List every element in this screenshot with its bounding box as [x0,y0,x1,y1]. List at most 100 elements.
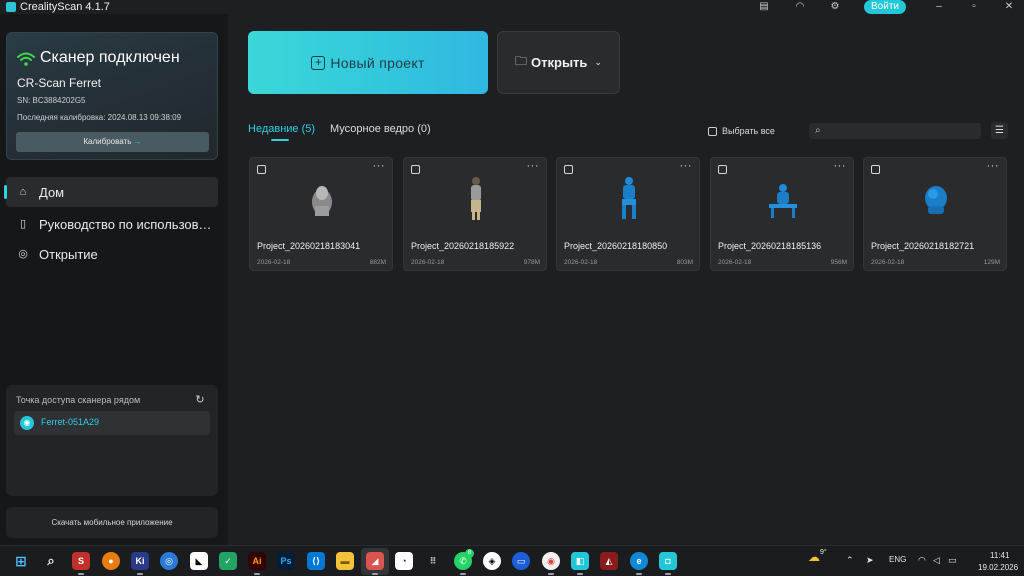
app-icon[interactable]: ✓ [219,552,237,570]
open-label: Открыть [531,55,588,70]
open-dropdown-button[interactable]: 🗀 Открыть ⌄ [497,31,620,94]
app-window: CrealityScan 4.1.7 ▤ ◠ ⚙ Войти – ▫ ✕ Ска… [0,0,1024,545]
blender-icon[interactable]: ● [102,552,120,570]
download-mobile-app-button[interactable]: Скачать мобильное приложение [6,507,218,538]
project-card[interactable]: ··· Project_20260218182721 2026-02-18 12… [863,157,1007,271]
tab-underline [271,139,289,141]
project-checkbox[interactable] [411,165,420,174]
document-icon[interactable]: ▤ [758,1,770,13]
project-size: 129M [983,259,1000,266]
project-checkbox[interactable] [257,165,266,174]
project-checkbox[interactable] [564,165,573,174]
app-icon[interactable]: ⠿ [424,552,442,570]
photoshop-icon[interactable]: Ps [277,552,295,570]
nearby-hotspot-card: Точка доступа сканера рядом ↻ ◉ Ferret-0… [6,385,218,496]
app-icon[interactable]: ◎ [160,552,178,570]
wifi-icon[interactable]: ◠ [918,555,926,566]
project-thumbnail [312,186,332,216]
sidebar-item-guide[interactable]: ▯ Руководство по использованию [6,209,218,239]
new-project-label: Новый проект [330,54,425,71]
folder-icon: 🗀 [515,54,528,68]
new-project-button[interactable]: + Новый проект [248,31,488,94]
app-icon[interactable]: ◧ [571,552,589,575]
project-date: 2026-02-18 [871,259,905,266]
project-card[interactable]: ··· Project_20260218185136 2026-02-18 95… [710,157,854,271]
search-icon[interactable]: ⌕ [42,552,60,570]
project-date: 2026-02-18 [564,259,598,266]
app-icon[interactable]: S [72,552,90,575]
edge-icon[interactable]: e [630,552,648,575]
more-options-icon[interactable]: ··· [987,160,1000,172]
app-icon[interactable]: ◈ [483,552,501,570]
krita-icon[interactable]: Ki [131,552,149,575]
clock-date[interactable]: 19.02.2026 [978,563,1018,572]
headset-icon[interactable]: ◠ [794,1,806,13]
project-name: Project_20260218180850 [564,241,668,251]
close-icon[interactable]: ✕ [1003,1,1015,13]
project-name: Project_20260218185136 [718,241,822,251]
project-size: 978M [523,259,540,266]
project-date: 2026-02-18 [257,259,291,266]
select-all-checkbox[interactable] [708,127,717,136]
list-view-button[interactable]: ☰ [991,122,1008,139]
project-card[interactable]: ··· Project_20260218183041 2026-02-18 88… [249,157,393,271]
project-card[interactable]: ··· Project_20260218185922 2026-02-18 97… [403,157,547,271]
wifi-icon [17,52,35,66]
select-all-label: Выбрать все [722,126,775,136]
app-icon[interactable]: ◣ [190,552,208,570]
chrome-icon[interactable]: ◉ [542,552,560,575]
maximize-icon[interactable]: ▫ [968,1,980,13]
chevron-up-icon[interactable]: ⌃ [846,555,854,566]
refresh-icon[interactable]: ↻ [194,394,206,406]
plus-icon: + [311,55,326,70]
volume-icon[interactable]: ◁ [933,555,940,566]
minimize-icon[interactable]: – [933,1,945,13]
project-size: 882M [369,259,386,266]
windows-start-icon[interactable]: ⊞ [12,552,30,570]
sidebar: Сканер подключен CR-Scan Ferret SN: BC38… [0,14,228,545]
project-thumbnail [769,184,797,218]
app-icon[interactable]: ◭ [600,552,618,570]
sidebar-item-home[interactable]: ⌂ Дом [4,177,218,207]
project-size: 956M [830,259,847,266]
app-icon[interactable]: ▭ [512,552,530,570]
crealityscan-icon[interactable]: ◘ [659,552,677,575]
tab-trash[interactable]: Мусорное ведро (0) [330,123,431,135]
project-card[interactable]: ··· Project_20260218180850 2026-02-18 80… [556,157,700,271]
project-checkbox[interactable] [871,165,880,174]
more-options-icon[interactable]: ··· [373,160,386,172]
language-indicator[interactable]: ENG [889,555,906,564]
weather-icon[interactable]: ☁ [808,550,820,564]
calibrate-button[interactable]: Калибровать → [16,132,209,152]
send-icon[interactable]: ➤ [866,555,874,566]
connection-status-title: Сканер подключен [40,49,180,66]
vscode-icon[interactable]: ⟨⟩ [307,552,325,570]
search-input[interactable]: ⌕ [809,123,981,139]
notification-badge: 8 [465,549,474,558]
login-button[interactable]: Войти [864,0,906,14]
more-options-icon[interactable]: ··· [680,160,693,172]
app-icon[interactable]: ◢ [366,552,384,575]
more-options-icon[interactable]: ··· [834,160,847,172]
project-size: 803M [676,259,693,266]
app-logo-icon [6,2,16,12]
illustrator-icon[interactable]: Ai [248,552,266,575]
app-icon[interactable]: ◔ [395,552,413,570]
hotspot-device-item[interactable]: ◉ Ferret-051A29 [14,411,210,435]
more-options-icon[interactable]: ··· [527,160,540,172]
folder-icon[interactable]: ▬ [336,552,354,570]
chevron-down-icon: ⌄ [594,57,602,67]
sidebar-item-discover[interactable]: ◎ Открытие [6,239,218,269]
project-thumbnail [622,177,636,219]
battery-icon[interactable]: ▭ [948,555,957,566]
settings-icon[interactable]: ⚙ [829,1,841,13]
project-thumbnail [471,177,481,220]
sidebar-item-label: Открытие [39,246,98,262]
scanner-model: CR-Scan Ferret [17,76,102,90]
hotspot-title: Точка доступа сканера рядом [16,395,141,405]
project-thumbnail [925,186,947,214]
tab-recent[interactable]: Недавние (5) [248,123,315,135]
project-checkbox[interactable] [718,165,727,174]
book-icon: ▯ [19,218,27,230]
clock-time[interactable]: 11:41 [990,551,1009,560]
